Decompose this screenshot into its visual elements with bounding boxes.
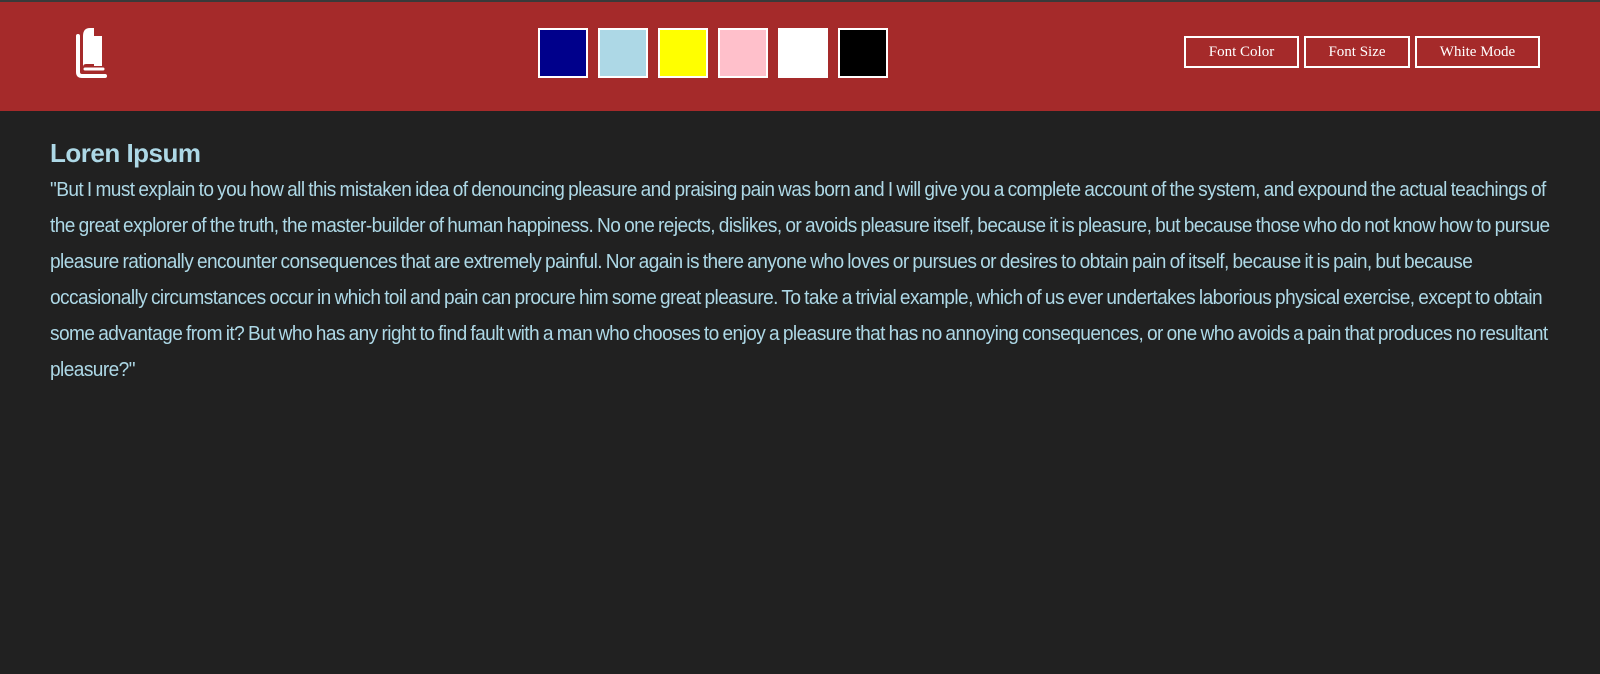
font-size-button[interactable]: Font Size (1304, 36, 1410, 68)
body-paragraph: "But I must explain to you how all this … (50, 179, 1550, 381)
main-content: Loren Ipsum "But I must explain to you h… (50, 134, 1550, 388)
header-bar: Font Color Font Size White Mode (0, 2, 1600, 111)
book-icon[interactable] (74, 24, 110, 80)
color-swatches (538, 28, 888, 82)
swatch-yellow[interactable] (658, 28, 708, 78)
swatch-navy[interactable] (538, 28, 588, 78)
swatch-pink[interactable] (718, 28, 768, 78)
swatch-lightblue[interactable] (598, 28, 648, 78)
swatch-black[interactable] (838, 28, 888, 78)
control-buttons: Font Color Font Size White Mode (1184, 36, 1540, 68)
white-mode-button[interactable]: White Mode (1415, 36, 1540, 68)
swatch-white[interactable] (778, 28, 828, 78)
font-color-button[interactable]: Font Color (1184, 36, 1299, 68)
page-title: Loren Ipsum (50, 138, 201, 168)
